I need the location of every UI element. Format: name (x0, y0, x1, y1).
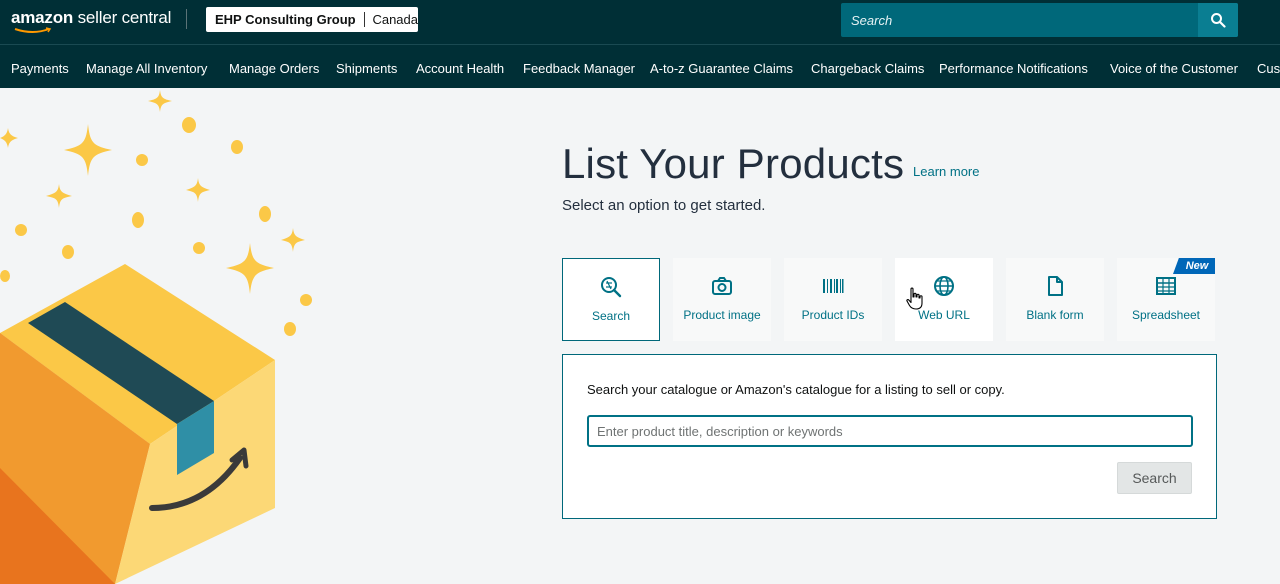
nav-voice-of-customer[interactable]: Voice of the Customer (1110, 61, 1238, 76)
nav-feedback-manager[interactable]: Feedback Manager (523, 61, 635, 76)
sparkle (46, 184, 72, 208)
spreadsheet-icon (1156, 277, 1176, 295)
search-icon (601, 277, 622, 298)
nav-payments[interactable]: Payments (11, 61, 69, 76)
sparkle (0, 128, 18, 148)
option-label: Blank form (1026, 308, 1084, 322)
barcode-icon (823, 279, 844, 293)
option-search[interactable]: Search (562, 258, 660, 341)
nav-performance-notifications[interactable]: Performance Notifications (939, 61, 1088, 76)
option-blank-form[interactable]: Blank form (1006, 258, 1104, 341)
nav-customer-truncated[interactable]: Cust (1257, 61, 1280, 76)
global-search-input[interactable] (841, 3, 1198, 37)
nav-chargeback-claims[interactable]: Chargeback Claims (811, 61, 924, 76)
page-subtitle: Select an option to get started. (562, 197, 766, 214)
nav-manage-orders[interactable]: Manage Orders (229, 61, 319, 76)
global-search-button[interactable] (1198, 3, 1238, 37)
hand-cursor-icon (906, 287, 923, 310)
learn-more-link[interactable]: Learn more (913, 164, 979, 179)
sparkle (226, 243, 274, 294)
product-search-button[interactable]: Search (1117, 462, 1192, 494)
sparkle (186, 178, 210, 202)
logo-suffix: seller central (77, 8, 172, 27)
camera-icon (712, 277, 732, 295)
logo-divider (186, 9, 187, 29)
nav-manage-all-inventory[interactable]: Manage All Inventory (86, 61, 207, 76)
nav-account-health[interactable]: Account Health (416, 61, 504, 76)
new-badge: New (1173, 258, 1215, 274)
marketplace-name: Canada (372, 12, 418, 27)
option-label: Product IDs (801, 308, 865, 322)
nav-shipments[interactable]: Shipments (336, 61, 397, 76)
document-icon (1048, 276, 1063, 296)
option-label: Search (591, 309, 631, 323)
logo-brand: amazon (11, 8, 74, 27)
search-panel: Search your catalogue or Amazon's catalo… (562, 354, 1217, 519)
page-title: List Your Products (562, 140, 905, 187)
sparkle (148, 90, 172, 112)
option-label: Product image (683, 308, 761, 322)
sparkle (281, 228, 305, 252)
seller-central-logo[interactable]: amazon seller central (11, 8, 172, 33)
search-panel-description: Search your catalogue or Amazon's catalo… (587, 382, 1005, 397)
account-switcher[interactable]: EHP Consulting Group Canada (206, 7, 418, 32)
top-header: amazon seller central EHP Consulting Gro… (0, 0, 1280, 44)
amazon-smile-icon (14, 27, 52, 33)
account-name: EHP Consulting Group (215, 12, 356, 27)
global-search (841, 3, 1238, 37)
box-illustration (0, 90, 312, 584)
option-product-ids[interactable]: Product IDs (784, 258, 882, 341)
nav-a-to-z-claims[interactable]: A-to-z Guarantee Claims (650, 61, 793, 76)
main-nav: Payments Manage All Inventory Manage Ord… (0, 44, 1280, 88)
search-icon (1211, 13, 1226, 28)
globe-icon (934, 276, 954, 296)
product-search-input[interactable] (587, 415, 1193, 447)
option-product-image[interactable]: Product image (673, 258, 771, 341)
sparkle (64, 124, 112, 176)
option-label: Spreadsheet (1131, 308, 1201, 322)
